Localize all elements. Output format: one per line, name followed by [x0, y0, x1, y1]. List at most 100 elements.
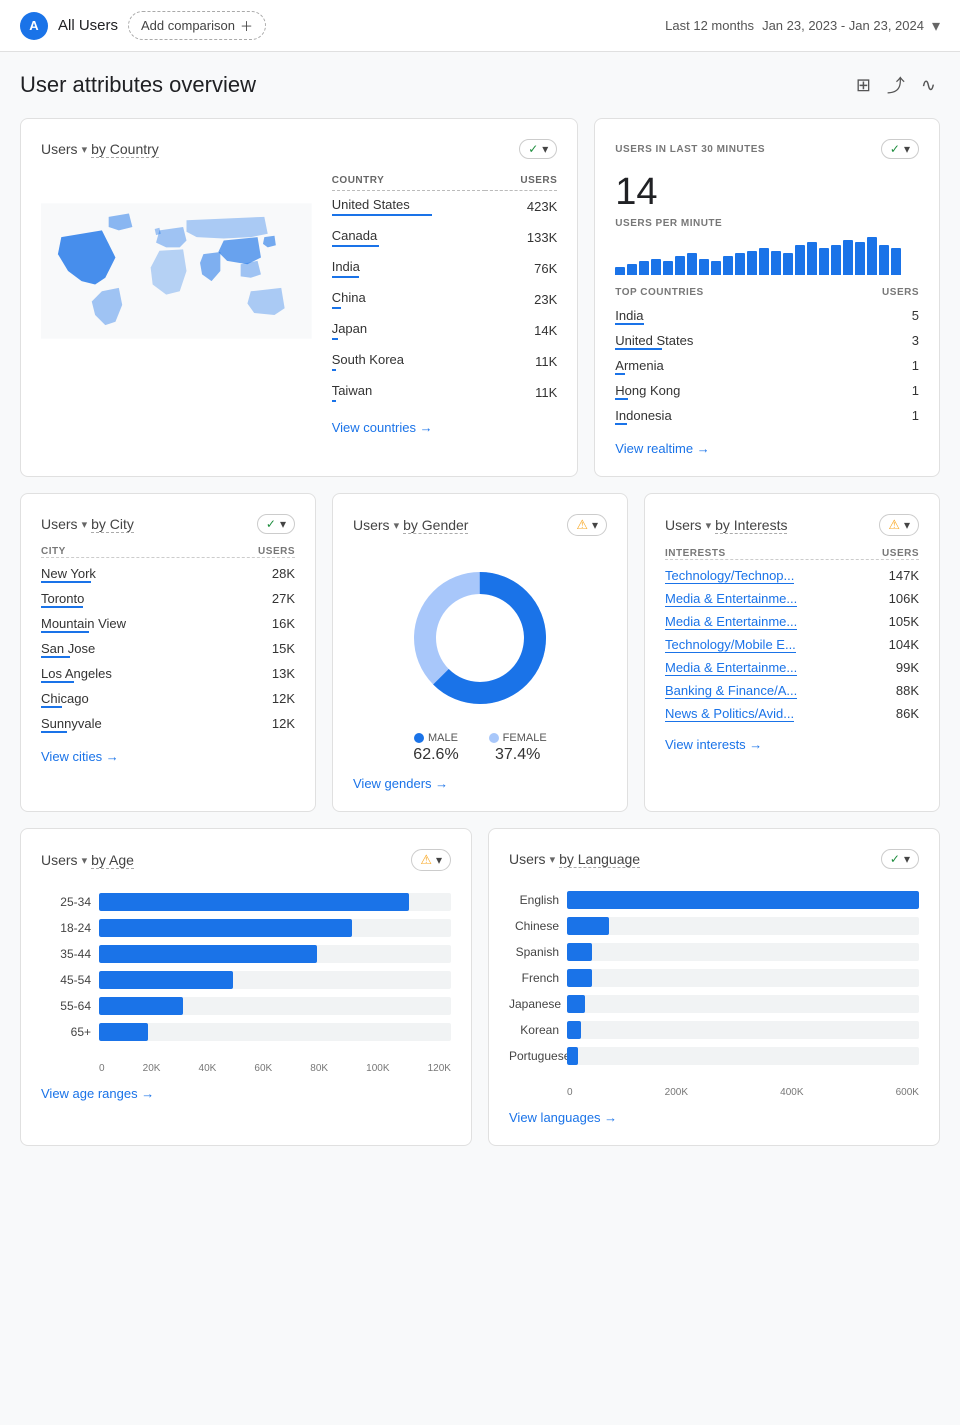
interest-value: 86K [896, 706, 919, 721]
mini-bar [843, 240, 853, 275]
age-status-badge[interactable]: ⚠ ▾ [411, 849, 451, 871]
country-value: 23K [485, 284, 558, 315]
users-dropdown-icon[interactable]: ▾ [82, 143, 88, 156]
check-icon-city: ✓ [266, 517, 276, 531]
list-item: Armenia 1 [615, 354, 919, 379]
age-bar-track [99, 945, 451, 963]
gender-dropdown-icon[interactable]: ▾ [394, 519, 400, 532]
age-label: 25-34 [41, 895, 91, 909]
gender-card-title: Users ▾ by Gender [353, 517, 468, 534]
mini-bar [831, 245, 841, 275]
male-dot [414, 733, 424, 743]
date-range: Jan 23, 2023 - Jan 23, 2024 [762, 18, 924, 33]
city-bar [41, 731, 67, 733]
axis-label: 120K [428, 1063, 451, 1074]
list-item: Japanese [509, 995, 919, 1013]
city-bar [41, 656, 70, 658]
row-1: Users ▾ by Country ✓ ▾ [20, 118, 940, 477]
list-item: Los Angeles 13K [41, 662, 295, 687]
country-card-title: Users ▾ by Country [41, 141, 159, 158]
add-comparison-button[interactable]: Add comparison ＋ [128, 11, 266, 40]
interests-dropdown-icon[interactable]: ▾ [706, 519, 712, 532]
list-item: 45-54 [41, 971, 451, 989]
table-row: China 23K [332, 284, 558, 315]
interest-value: 105K [889, 614, 919, 629]
realtime-status-badge[interactable]: ✓ ▾ [881, 139, 919, 159]
realtime-card: USERS IN LAST 30 MINUTES ✓ ▾ 14 USERS PE… [594, 118, 940, 477]
axis-label: 100K [366, 1063, 389, 1074]
country-bar [332, 338, 338, 340]
mini-bar [675, 256, 685, 275]
realtime-badge-dropdown: ▾ [904, 142, 910, 156]
axis-label: 600K [896, 1087, 919, 1098]
age-bar-fill [99, 971, 233, 989]
mini-bar [819, 248, 829, 275]
mini-bar [735, 253, 745, 275]
view-age-link[interactable]: View age ranges → [41, 1086, 451, 1101]
rt-country-bar [615, 323, 643, 325]
lang-label: English [509, 893, 559, 907]
view-cities-container: View cities → [41, 749, 295, 764]
country-name: South Korea [332, 346, 485, 377]
list-item: English [509, 891, 919, 909]
city-name: Toronto [41, 591, 84, 608]
rt-country-bar [615, 423, 626, 425]
country-bar [332, 245, 379, 247]
language-card: Users ▾ by Language ✓ ▾ English Chinese … [488, 828, 940, 1146]
view-interests-link[interactable]: View interests → [665, 737, 919, 752]
date-dropdown-icon[interactable]: ▾ [932, 16, 940, 36]
age-dropdown-icon[interactable]: ▾ [82, 854, 88, 867]
city-bar [41, 606, 83, 608]
view-language-link[interactable]: View languages → [509, 1110, 919, 1125]
gender-status-badge[interactable]: ⚠ ▾ [567, 514, 607, 536]
city-dropdown-icon[interactable]: ▾ [82, 518, 88, 531]
interest-name: Technology/Mobile E... [665, 637, 796, 652]
country-bar [332, 276, 360, 278]
col-country-header: COUNTRY [332, 171, 485, 191]
lang-dropdown-icon[interactable]: ▾ [550, 853, 556, 866]
language-status-badge[interactable]: ✓ ▾ [881, 849, 919, 869]
realtime-country-value: 1 [912, 408, 919, 425]
city-status-badge[interactable]: ✓ ▾ [257, 514, 295, 534]
realtime-country-value: 3 [912, 333, 919, 350]
table-view-icon[interactable]: ⊞ [852, 68, 875, 102]
warn-icon-gender: ⚠ [576, 517, 588, 533]
country-value: 76K [485, 253, 558, 284]
all-users-label[interactable]: All Users [58, 17, 118, 34]
realtime-card-header: USERS IN LAST 30 MINUTES ✓ ▾ [615, 139, 919, 159]
realtime-countries-list: India 5 United States 3 Armenia 1 Hong K… [615, 304, 919, 429]
view-realtime-link[interactable]: View realtime → [615, 441, 919, 456]
mini-bar [615, 267, 625, 275]
lang-label: French [509, 971, 559, 985]
top-countries-label: TOP COUNTRIES USERS [615, 287, 919, 298]
country-value: 11K [485, 346, 558, 377]
list-item: Media & Entertainme... 106K [665, 587, 919, 610]
age-bar-fill [99, 893, 409, 911]
share-icon[interactable]: ⤴ [883, 68, 909, 102]
mini-bar [639, 261, 649, 275]
lang-bar-fill [567, 1047, 578, 1065]
date-prefix: Last 12 months [665, 18, 754, 33]
list-item: Hong Kong 1 [615, 379, 919, 404]
list-item: News & Politics/Avid... 86K [665, 702, 919, 725]
map-section [41, 171, 312, 435]
city-card: Users ▾ by City ✓ ▾ CITY USERS New York … [20, 493, 316, 812]
lang-label: Chinese [509, 919, 559, 933]
donut-chart-container [353, 548, 607, 724]
list-item: Media & Entertainme... 99K [665, 656, 919, 679]
country-status-badge[interactable]: ✓ ▾ [519, 139, 557, 159]
country-bar [332, 307, 341, 309]
view-cities-link[interactable]: View cities → [41, 749, 295, 764]
donut-chart [400, 558, 560, 718]
interests-status-badge[interactable]: ⚠ ▾ [879, 514, 919, 536]
axis-label: 0 [567, 1087, 573, 1098]
list-item: Banking & Finance/A... 88K [665, 679, 919, 702]
city-name: San Jose [41, 641, 95, 658]
view-genders-link[interactable]: View genders → [353, 776, 607, 791]
lang-axis-labels: 0200K400K600K [509, 1087, 919, 1098]
age-label: 18-24 [41, 921, 91, 935]
realtime-country-name: Armenia [615, 358, 663, 375]
view-countries-link[interactable]: View countries → [332, 420, 558, 435]
age-bar-fill [99, 945, 317, 963]
chart-icon[interactable]: ∿ [917, 68, 940, 102]
